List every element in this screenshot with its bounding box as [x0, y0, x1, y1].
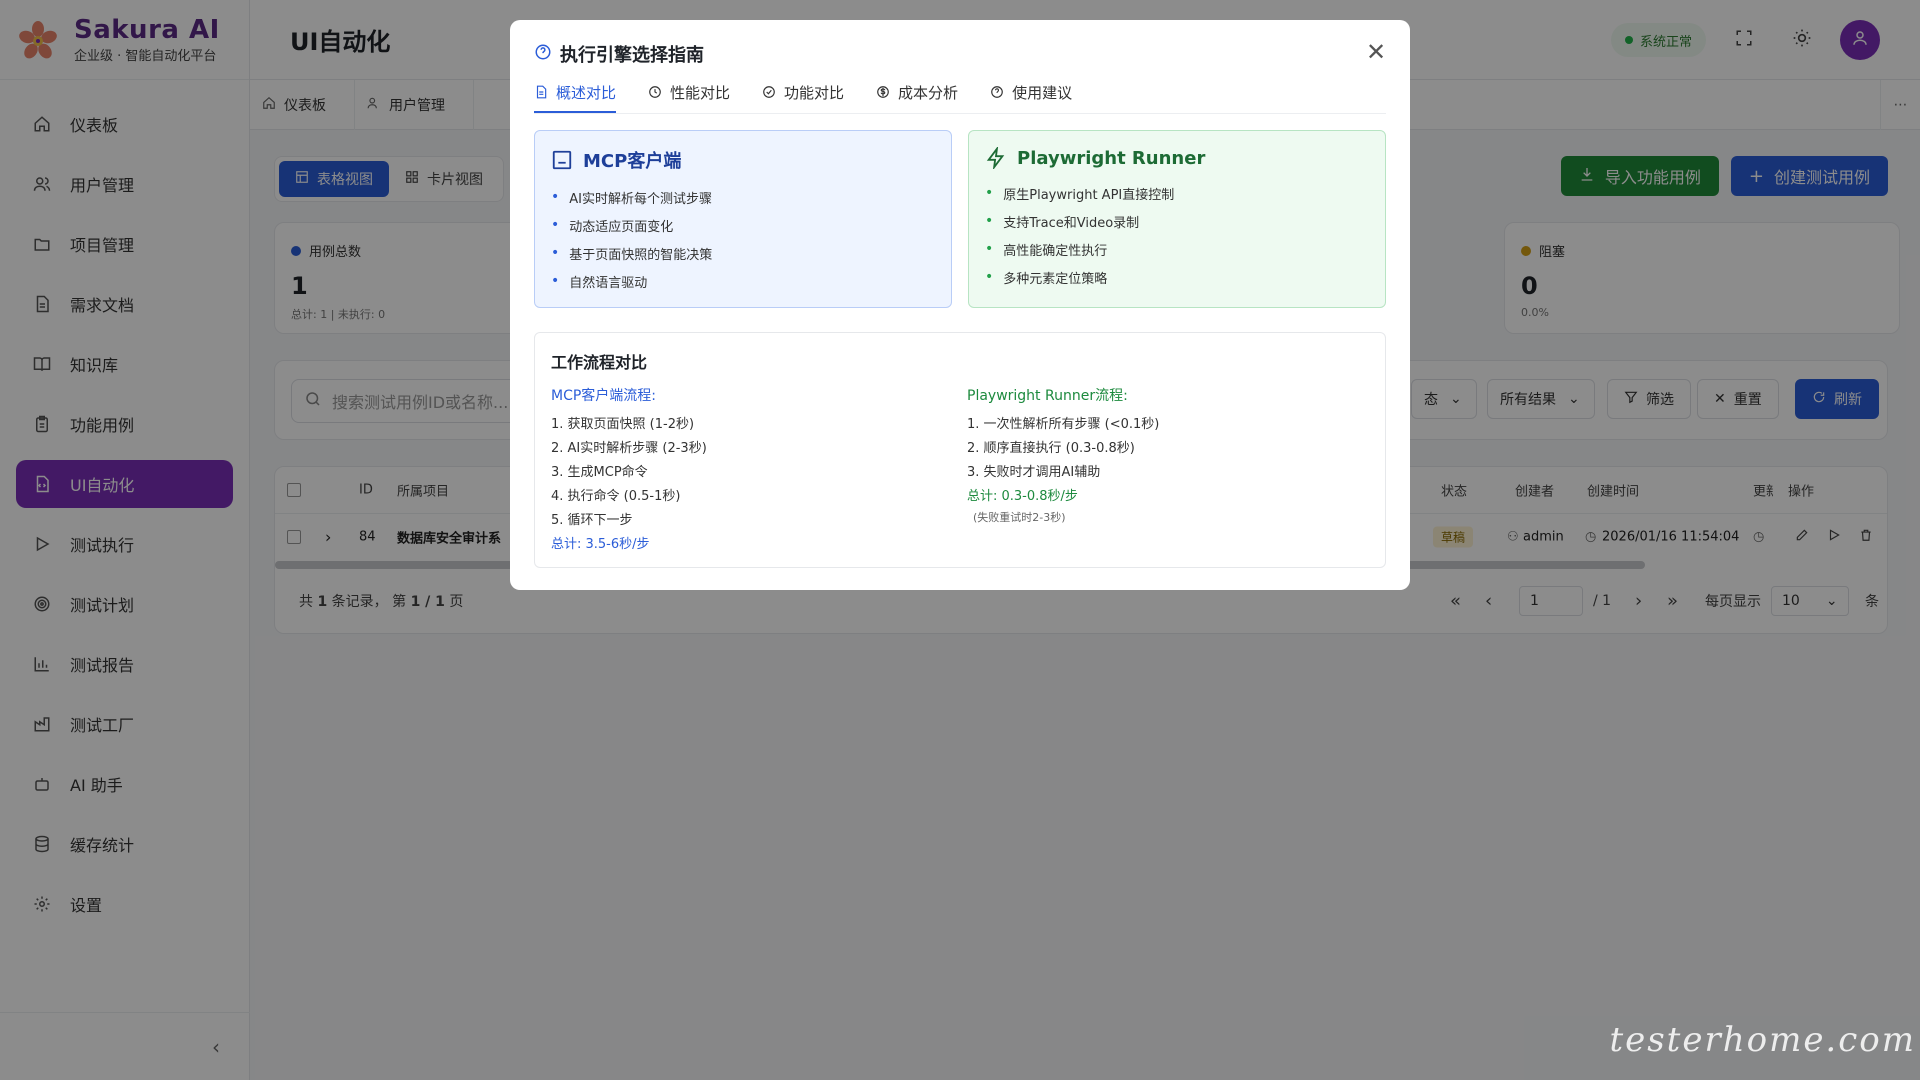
tab-overview[interactable]: 概述对比	[534, 77, 617, 113]
playwright-runner-card: Playwright Runner 原生Playwright API直接控制 支…	[968, 130, 1386, 308]
tab-recommendations[interactable]: 使用建议	[990, 77, 1072, 113]
tab-label: 使用建议	[1012, 83, 1073, 102]
workflow-step: 3. 失败时才调用AI辅助	[967, 465, 1101, 480]
mcp-client-card: MCP客户端 AI实时解析每个测试步骤 动态适应页面变化 基于页面快照的智能决策…	[534, 130, 952, 308]
workflow-step: 2. AI实时解析步骤 (2-3秒)	[551, 441, 707, 456]
workflow-title: 工作流程对比	[551, 353, 648, 372]
playwright-title: Playwright Runner	[1017, 147, 1206, 169]
playwright-workflow-head: Playwright Runner流程:	[967, 388, 1128, 404]
help-icon	[990, 85, 1004, 99]
list-item: 多种元素定位策略	[985, 263, 1369, 291]
tab-features[interactable]: 功能对比	[762, 77, 844, 113]
list-item: 动态适应页面变化	[551, 211, 935, 239]
watermark: testerhome.com	[1609, 1020, 1916, 1060]
workflow-comparison: 工作流程对比 MCP客户端流程: 1. 获取页面快照 (1-2秒) 2. AI实…	[534, 332, 1386, 568]
engine-comparison: MCP客户端 AI实时解析每个测试步骤 动态适应页面变化 基于页面快照的智能决策…	[534, 130, 1386, 308]
tab-label: 成本分析	[898, 83, 959, 102]
bot-icon	[551, 149, 573, 171]
modal-title: 执行引擎选择指南	[560, 45, 704, 66]
close-icon: ✕	[1365, 38, 1387, 66]
modal-close-button[interactable]: ✕	[1362, 38, 1390, 66]
tab-label: 性能对比	[670, 83, 731, 102]
lightning-icon	[985, 147, 1007, 169]
workflow-step: 4. 执行命令 (0.5-1秒)	[551, 489, 681, 504]
mcp-workflow: MCP客户端流程: 1. 获取页面快照 (1-2秒) 2. AI实时解析步骤 (…	[551, 385, 951, 557]
list-item: 基于页面快照的智能决策	[551, 239, 935, 267]
mcp-workflow-head: MCP客户端流程:	[551, 388, 657, 404]
workflow-step: 3. 生成MCP命令	[551, 465, 648, 480]
list-item: 高性能确定性执行	[985, 235, 1369, 263]
tab-label: 功能对比	[784, 83, 845, 102]
list-item: 自然语言驱动	[551, 267, 935, 295]
workflow-step: 1. 获取页面快照 (1-2秒)	[551, 417, 695, 432]
modal-tabs: 概述对比 性能对比 功能对比 成本分析 使用建议	[534, 78, 1386, 114]
help-icon	[534, 43, 552, 65]
workflow-step: 1. 一次性解析所有步骤 (<0.1秒)	[967, 417, 1160, 432]
tab-label: 概述对比	[556, 83, 617, 102]
list-item: 支持Trace和Video录制	[985, 207, 1369, 235]
list-item: 原生Playwright API直接控制	[985, 179, 1369, 207]
check-circle-icon	[762, 85, 776, 99]
list-item: AI实时解析每个测试步骤	[551, 183, 935, 211]
engine-guide-modal: 执行引擎选择指南 ✕ 概述对比 性能对比 功能对比 成本分析 使用建议 MCP客…	[510, 20, 1410, 590]
clock-icon	[648, 85, 662, 99]
tab-cost[interactable]: 成本分析	[876, 77, 958, 113]
mcp-workflow-total: 总计: 3.5-6秒/步	[551, 537, 650, 552]
playwright-workflow-note: (失败重试时2-3秒)	[973, 511, 1066, 524]
workflow-step: 2. 顺序直接执行 (0.3-0.8秒)	[967, 441, 1135, 456]
playwright-workflow: Playwright Runner流程: 1. 一次性解析所有步骤 (<0.1秒…	[967, 385, 1367, 525]
dollar-icon	[876, 85, 890, 99]
playwright-workflow-total: 总计: 0.3-0.8秒/步	[967, 489, 1078, 504]
document-icon	[534, 85, 548, 99]
workflow-step: 5. 循环下一步	[551, 513, 633, 528]
mcp-title: MCP客户端	[583, 151, 682, 172]
tab-performance[interactable]: 性能对比	[648, 77, 730, 113]
